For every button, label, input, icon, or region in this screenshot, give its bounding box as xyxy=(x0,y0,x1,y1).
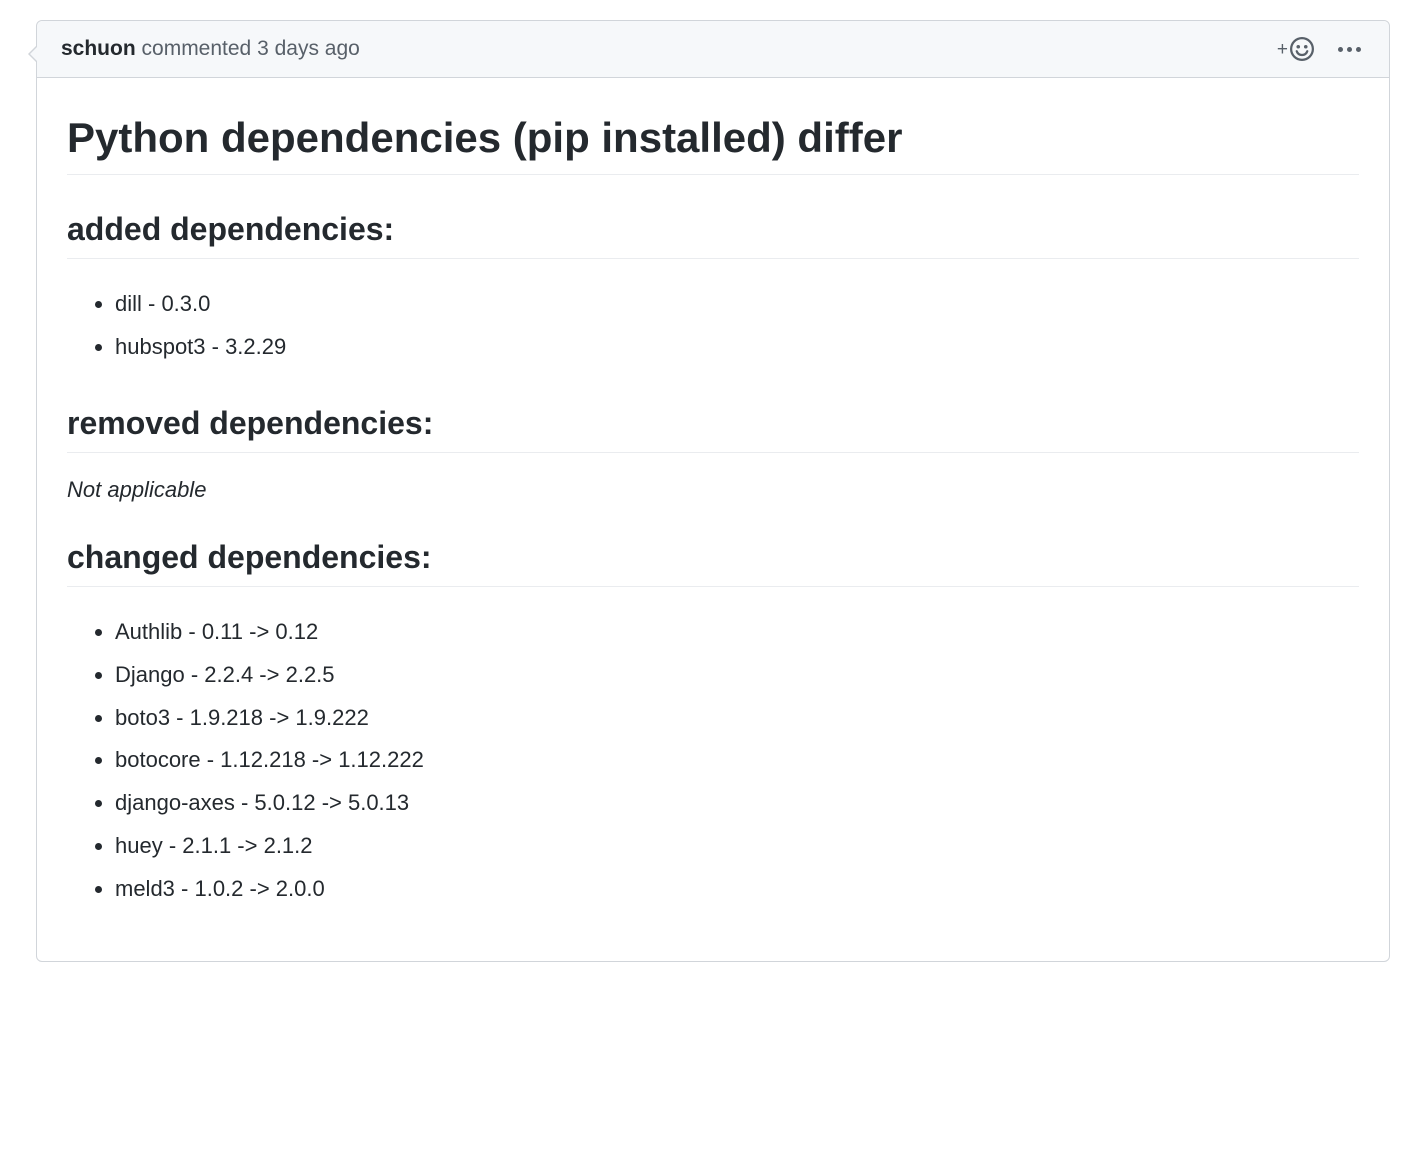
changed-heading: changed dependencies: xyxy=(67,539,1359,587)
comment-title: Python dependencies (pip installed) diff… xyxy=(67,114,1359,175)
comment-author[interactable]: schuon xyxy=(61,37,136,60)
add-reaction-button[interactable]: + xyxy=(1277,37,1314,61)
comment-container: schuon commented 3 days ago + Python xyxy=(36,20,1390,962)
comment-action-text: commented xyxy=(142,37,252,60)
list-item: django-axes - 5.0.12 -> 5.0.13 xyxy=(115,782,1359,825)
list-item: dill - 0.3.0 xyxy=(115,283,1359,326)
kebab-dot-icon xyxy=(1347,47,1352,52)
list-item: botocore - 1.12.218 -> 1.12.222 xyxy=(115,739,1359,782)
plus-icon: + xyxy=(1277,40,1288,59)
comment-header: schuon commented 3 days ago + xyxy=(37,21,1389,78)
added-heading: added dependencies: xyxy=(67,211,1359,259)
comment-actions: + xyxy=(1277,37,1365,61)
emoji-icon xyxy=(1290,37,1314,61)
kebab-dot-icon xyxy=(1356,47,1361,52)
removed-placeholder: Not applicable xyxy=(67,477,1359,503)
list-item: huey - 2.1.1 -> 2.1.2 xyxy=(115,825,1359,868)
kebab-dot-icon xyxy=(1338,47,1343,52)
list-item: boto3 - 1.9.218 -> 1.9.222 xyxy=(115,697,1359,740)
comment-timestamp[interactable]: 3 days ago xyxy=(257,37,360,60)
removed-heading: removed dependencies: xyxy=(67,405,1359,453)
list-item: Authlib - 0.11 -> 0.12 xyxy=(115,611,1359,654)
list-item: meld3 - 1.0.2 -> 2.0.0 xyxy=(115,868,1359,911)
list-item: Django - 2.2.4 -> 2.2.5 xyxy=(115,654,1359,697)
comment-body: Python dependencies (pip installed) diff… xyxy=(37,78,1389,961)
list-item: hubspot3 - 3.2.29 xyxy=(115,326,1359,369)
changed-list: Authlib - 0.11 -> 0.12 Django - 2.2.4 ->… xyxy=(67,611,1359,911)
added-list: dill - 0.3.0 hubspot3 - 3.2.29 xyxy=(67,283,1359,369)
more-options-button[interactable] xyxy=(1334,43,1365,56)
comment-meta: schuon commented 3 days ago xyxy=(61,37,360,61)
